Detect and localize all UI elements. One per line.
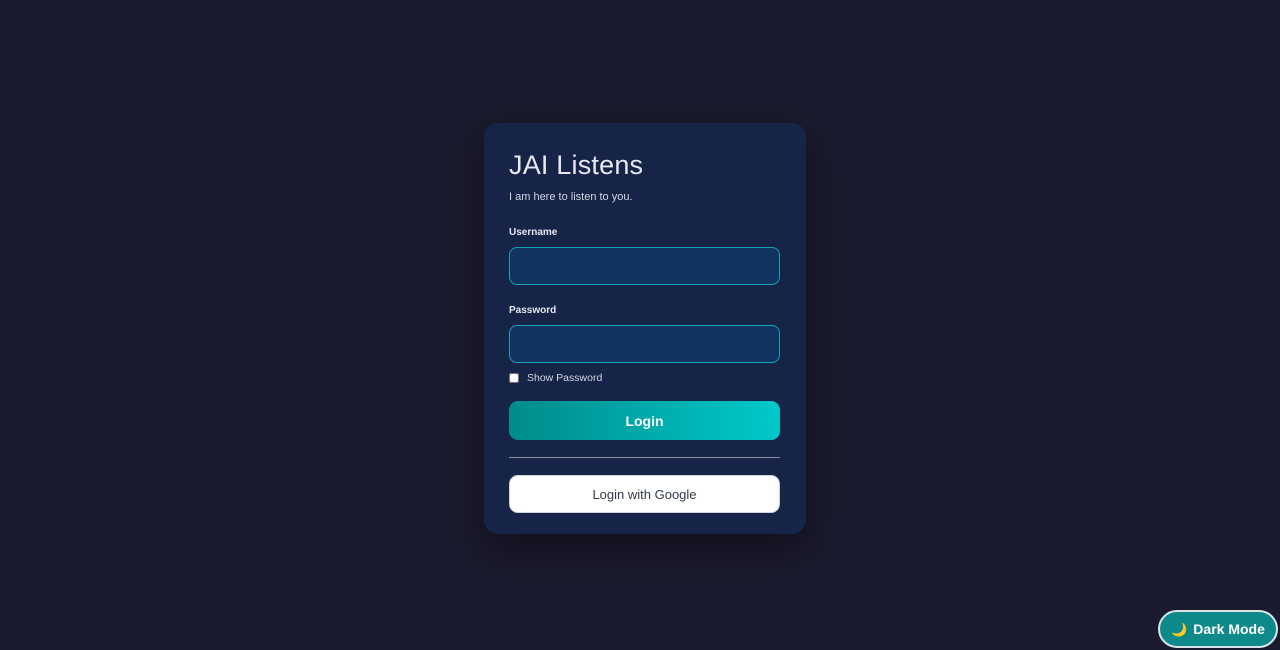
google-login-button[interactable]: Login with Google (509, 475, 780, 513)
divider (509, 457, 780, 458)
username-label: Username (509, 227, 558, 238)
dark-mode-label: Dark Mode (1193, 621, 1265, 637)
dark-mode-toggle-button[interactable]: 🌙 Dark Mode (1158, 610, 1278, 648)
login-button[interactable]: Login (509, 401, 780, 440)
page-title: JAI Listens (509, 150, 644, 180)
password-input[interactable] (509, 325, 780, 363)
page-subtitle: I am here to listen to you. (509, 191, 633, 203)
show-password-row: Show Password (509, 372, 781, 384)
login-page: JAI Listens I am here to listen to you. … (0, 0, 1280, 650)
username-input[interactable] (509, 247, 780, 285)
show-password-checkbox[interactable] (509, 373, 519, 383)
password-label: Password (509, 305, 557, 316)
login-card: JAI Listens I am here to listen to you. … (484, 123, 806, 534)
moon-icon: 🌙 (1171, 621, 1188, 637)
show-password-label[interactable]: Show Password (527, 372, 602, 384)
